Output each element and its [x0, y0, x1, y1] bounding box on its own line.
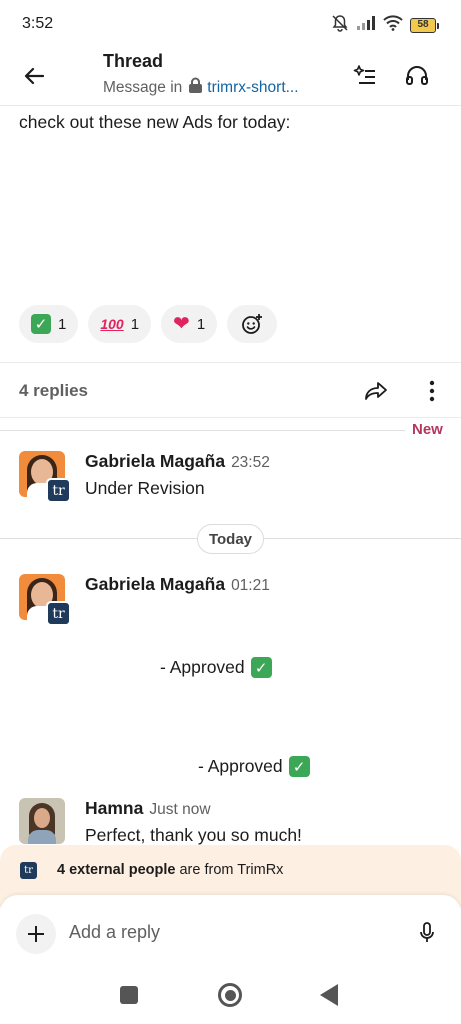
- huddle-button[interactable]: [402, 60, 432, 90]
- ai-summary-button[interactable]: [350, 60, 380, 90]
- approved-text: - Approved: [160, 657, 245, 677]
- add-attachment-button[interactable]: [16, 914, 56, 954]
- microphone-icon: [420, 922, 434, 942]
- avatar[interactable]: tr: [19, 574, 71, 626]
- reaction-check[interactable]: ✓ 1: [19, 305, 79, 343]
- replies-count: 4 replies: [19, 381, 88, 400]
- message-item: Hamna Just now Perfect, thank you so much…: [0, 798, 461, 848]
- back-triangle-icon[interactable]: [320, 984, 338, 1006]
- reaction-count: 1: [196, 315, 206, 333]
- org-badge: tr: [20, 862, 37, 879]
- battery-icon: 58: [410, 18, 439, 33]
- arrow-left-icon: [24, 67, 44, 85]
- message-text: Perfect, thank you so much!: [85, 825, 302, 845]
- recent-apps-icon[interactable]: [120, 986, 138, 1004]
- muted-bell-icon: [331, 14, 349, 37]
- page-title: Thread: [103, 51, 164, 71]
- message-time: 01:21: [231, 577, 270, 594]
- thread-header: Thread Message in trimrx-short...: [0, 48, 461, 106]
- new-messages-label: New: [412, 421, 443, 438]
- org-badge: tr: [46, 478, 71, 503]
- external-people-text: 4 external people are from TrimRx: [57, 862, 283, 878]
- check-mark-emoji-icon: ✓: [250, 657, 272, 678]
- sparkle-list-icon: [353, 65, 375, 84]
- status-bar: 3:52 58: [0, 0, 461, 48]
- battery-level: 58: [410, 18, 436, 33]
- reaction-heart[interactable]: ❤ 1: [161, 305, 218, 343]
- approved-text: - Approved: [198, 756, 283, 776]
- avatar[interactable]: [19, 798, 71, 850]
- signal-icon: [356, 15, 376, 36]
- avatar[interactable]: tr: [19, 451, 71, 503]
- message-header: Gabriela Magaña 01:21: [85, 574, 270, 595]
- status-icons: 58: [331, 14, 439, 37]
- reply-input[interactable]: [69, 922, 389, 943]
- channel-link[interactable]: trimrx-short...: [207, 79, 298, 97]
- add-emoji-icon: [242, 314, 263, 334]
- reactions-row: ✓ 1 100 1 ❤ 1: [19, 305, 278, 343]
- message-header: Gabriela Magaña 23:52: [85, 451, 270, 472]
- headphones-icon: [406, 66, 428, 85]
- wifi-icon: [383, 15, 403, 36]
- message-time: Just now: [149, 801, 211, 818]
- thread-subtitle: Message in trimrx-short...: [103, 77, 299, 99]
- parent-message-text: check out these new Ads for today:: [19, 112, 291, 132]
- approved-line: - Approved ✓: [198, 756, 310, 777]
- message-text: Under Revision: [85, 478, 205, 498]
- red-heart-emoji-icon: ❤: [173, 313, 190, 335]
- home-icon[interactable]: [218, 983, 242, 1007]
- author-name[interactable]: Hamna: [85, 798, 143, 818]
- reaction-count: 1: [130, 315, 140, 333]
- vertical-dots-icon: [429, 380, 435, 402]
- approved-line: - Approved ✓: [160, 657, 272, 678]
- message-time: 23:52: [231, 454, 270, 471]
- date-divider-pill[interactable]: Today: [197, 524, 264, 554]
- replies-bar: 4 replies: [0, 362, 461, 418]
- reaction-count: 1: [58, 315, 67, 333]
- reaction-hundred[interactable]: 100 1: [88, 305, 152, 343]
- plus-icon: [28, 926, 44, 942]
- user-avatar-image: [19, 798, 65, 844]
- message-header: Hamna Just now: [85, 798, 211, 819]
- org-badge: tr: [46, 601, 71, 626]
- reply-composer: [0, 895, 461, 971]
- check-mark-emoji-icon: ✓: [288, 756, 310, 777]
- external-org: are from TrimRx: [175, 862, 284, 878]
- hundred-points-emoji-icon: 100: [100, 316, 124, 332]
- check-mark-emoji-icon: ✓: [31, 314, 51, 334]
- subtitle-prefix: Message in: [103, 79, 183, 96]
- share-arrow-icon: [365, 382, 387, 400]
- author-name[interactable]: Gabriela Magaña: [85, 451, 225, 471]
- status-time: 3:52: [22, 15, 54, 32]
- more-options-button[interactable]: [420, 377, 444, 405]
- share-button[interactable]: [362, 377, 390, 405]
- back-button[interactable]: [20, 62, 48, 90]
- message-item: tr Gabriela Magaña 23:52 Under Revision: [0, 451, 461, 511]
- voice-message-button[interactable]: [414, 919, 440, 947]
- author-name[interactable]: Gabriela Magaña: [85, 574, 225, 594]
- external-count: 4 external people: [57, 862, 176, 878]
- new-divider-line: [0, 430, 405, 431]
- message-item: tr Gabriela Magaña 01:21: [0, 574, 461, 634]
- lock-icon: [188, 77, 203, 99]
- system-nav-bar: [0, 971, 461, 1024]
- add-reaction-button[interactable]: [227, 305, 278, 343]
